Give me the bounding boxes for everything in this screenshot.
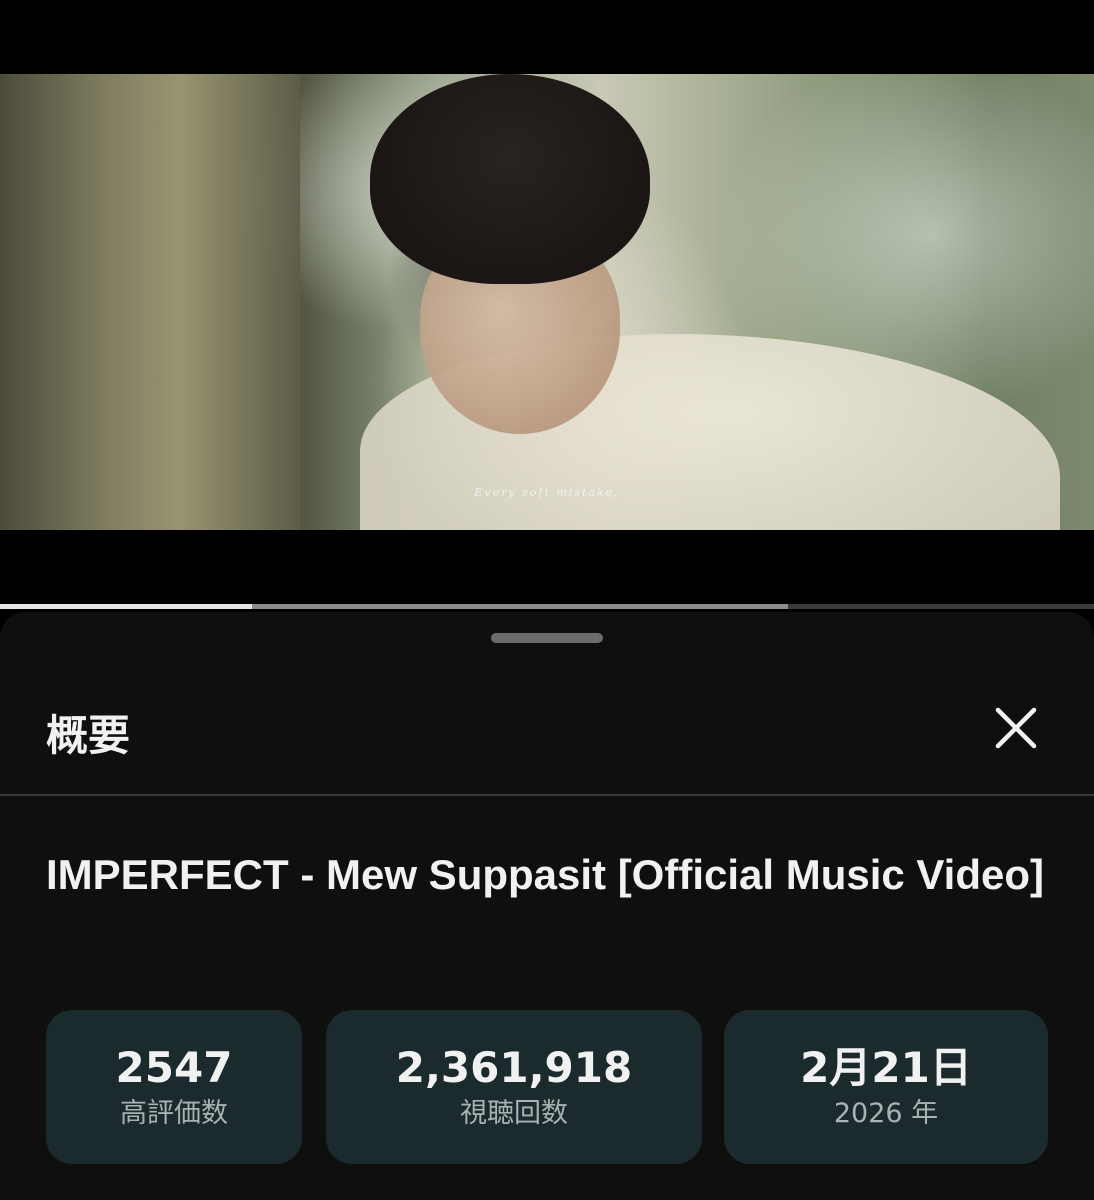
progress-played (0, 604, 252, 609)
upload-year: 2026 年 (833, 1098, 939, 1129)
likes-card[interactable]: 2547 高評価数 (46, 1010, 302, 1164)
sheet-header: 概要 (0, 674, 1094, 796)
upload-date-card[interactable]: 2月21日 2026 年 (724, 1010, 1048, 1164)
video-title: IMPERFECT - Mew Suppasit [Official Music… (46, 851, 1044, 898)
views-label: 視聴回数 (460, 1098, 568, 1129)
screen: Every soft mistake, 概要 IMPERFECT - Mew S… (0, 0, 1094, 1200)
views-count: 2,361,918 (395, 1043, 633, 1092)
close-button[interactable] (984, 696, 1048, 760)
video-frame[interactable]: Every soft mistake, (0, 74, 1094, 530)
upload-date: 2月21日 (800, 1043, 972, 1092)
video-subtitle: Every soft mistake, (474, 486, 620, 499)
description-sheet: 概要 IMPERFECT - Mew Suppasit [Official Mu… (0, 612, 1094, 1200)
close-icon (995, 707, 1037, 749)
video-scene-tree (0, 74, 300, 530)
sheet-title: 概要 (46, 711, 131, 760)
drag-handle[interactable] (491, 633, 603, 643)
likes-label: 高評価数 (120, 1098, 228, 1129)
likes-count: 2547 (115, 1043, 233, 1092)
progress-bar[interactable] (0, 604, 1094, 609)
video-scene-person-hair (370, 74, 650, 284)
views-card[interactable]: 2,361,918 視聴回数 (326, 1010, 702, 1164)
video-player[interactable]: Every soft mistake, (0, 0, 1094, 609)
